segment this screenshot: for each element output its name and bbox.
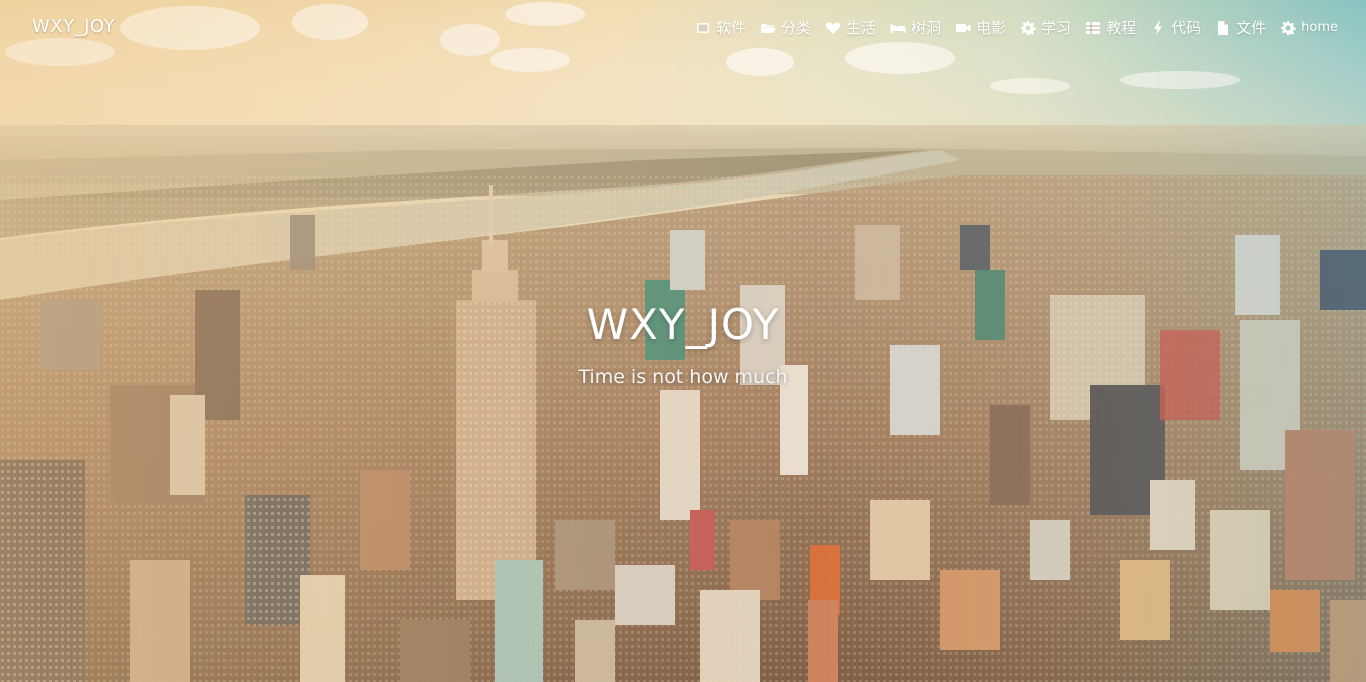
- grid-icon: [1085, 20, 1101, 36]
- nav-label: 生活: [846, 19, 877, 37]
- bolt-icon: [1150, 20, 1166, 36]
- nav-label: 文件: [1236, 19, 1267, 37]
- nav-label: 教程: [1106, 19, 1137, 37]
- video-camera-icon: [955, 20, 971, 36]
- nav-item-software[interactable]: 软件: [695, 16, 746, 40]
- nav-label: 软件: [716, 19, 747, 37]
- nav-label: 学习: [1041, 19, 1072, 37]
- nav-label: home: [1301, 20, 1338, 35]
- nav-label: 代码: [1171, 19, 1202, 37]
- nav-label: 电影: [976, 19, 1007, 37]
- nav-item-life[interactable]: 生活: [825, 16, 876, 40]
- nav-label: 分类: [781, 19, 812, 37]
- nav-item-home[interactable]: home: [1280, 16, 1338, 40]
- file-icon: [1215, 20, 1231, 36]
- nav-item-study[interactable]: 学习: [1020, 16, 1071, 40]
- top-nav: 软件 分类 生活 树洞 电影 学习 教程 代码 文件 home: [695, 16, 1338, 40]
- nav-item-treehole[interactable]: 树洞: [890, 16, 941, 40]
- nav-item-movie[interactable]: 电影: [955, 16, 1006, 40]
- folder-open-icon: [760, 20, 777, 36]
- nav-item-code[interactable]: 代码: [1150, 16, 1201, 40]
- nav-item-files[interactable]: 文件: [1215, 16, 1266, 40]
- page: WXY_JOY 软件 分类 生活 树洞 电影 学习 教程 代码 文件 home …: [0, 0, 1366, 682]
- nav-label: 树洞: [911, 19, 942, 37]
- nav-item-tutorial[interactable]: 教程: [1085, 16, 1136, 40]
- hero-subtitle: Time is not how much: [578, 366, 788, 388]
- tablet-icon: [695, 20, 711, 36]
- hero-title: WXY_JOY: [586, 300, 780, 349]
- gear-icon: [1020, 20, 1036, 36]
- bed-icon: [890, 20, 906, 36]
- gear-icon: [1280, 20, 1296, 36]
- site-header: WXY_JOY 软件 分类 生活 树洞 电影 学习 教程 代码 文件 home: [0, 0, 1366, 56]
- site-brand-logo[interactable]: WXY_JOY: [32, 16, 115, 37]
- heart-icon: [825, 20, 841, 36]
- nav-item-category[interactable]: 分类: [760, 16, 811, 40]
